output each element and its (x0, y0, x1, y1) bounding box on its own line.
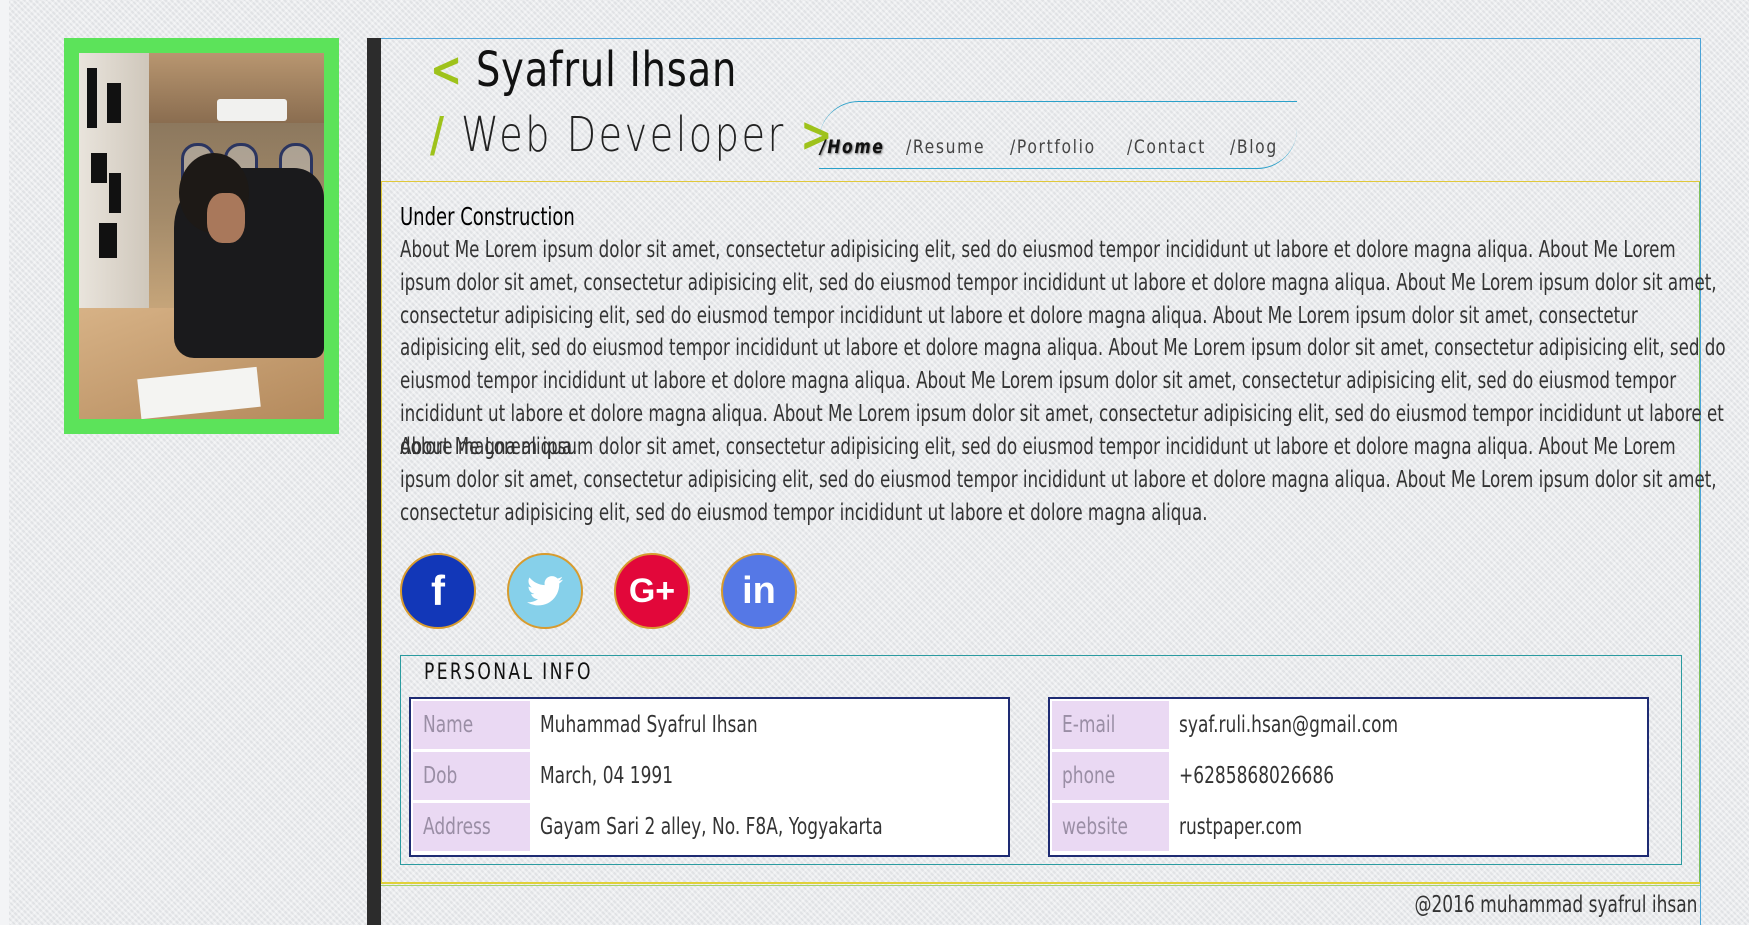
nav-portfolio[interactable]: /Portfolio (1010, 136, 1096, 158)
info-label: Dob (423, 763, 458, 789)
twitter-icon (527, 576, 563, 606)
nav-blog[interactable]: /Blog (1230, 136, 1278, 158)
nav-contact[interactable]: /Contact (1127, 136, 1206, 158)
site-subtitle: / Web Developer > (430, 107, 835, 163)
info-label: E-mail (1062, 712, 1116, 738)
owner-name: Syafrul Ihsan (475, 42, 738, 98)
site-title: < Syafrul Ihsan (430, 42, 737, 98)
subtitle-prefix: / (430, 107, 447, 163)
footer-divider-secondary (381, 885, 1700, 886)
twitter-button[interactable] (507, 553, 583, 629)
info-row-address: Address Gayam Sari 2 alley, No. F8A, Yog… (413, 803, 1006, 851)
google-plus-button[interactable]: G+ (614, 553, 690, 629)
info-label: Address (423, 814, 491, 840)
personal-info-table-right: E-mail syaf.ruli.hsan@gmail.com phone +6… (1048, 697, 1649, 857)
nav-resume[interactable]: /Resume (906, 136, 985, 158)
about-paragraph-2: About Me Lorem ipsum dolor sit amet, con… (400, 434, 1717, 526)
info-value: +6285868026686 (1179, 763, 1335, 789)
info-value: March, 04 1991 (540, 763, 674, 789)
info-label: website (1062, 814, 1128, 840)
google-plus-icon: G+ (628, 571, 676, 610)
about-paragraph-1: About Me Lorem ipsum dolor sit amet, con… (400, 237, 1726, 460)
info-row-email: E-mail syaf.ruli.hsan@gmail.com (1052, 701, 1645, 749)
info-value: syaf.ruli.hsan@gmail.com (1179, 712, 1399, 738)
info-value: Muhammad Syafrul Ihsan (540, 712, 758, 738)
info-value: rustpaper.com (1179, 814, 1303, 840)
owner-role: Web Developer (461, 107, 786, 163)
info-label: phone (1062, 763, 1116, 789)
linkedin-icon: in (742, 569, 776, 612)
info-row-dob: Dob March, 04 1991 (413, 752, 1006, 800)
footer-divider (381, 882, 1700, 884)
personal-info-title: PERSONAL INFO (424, 660, 593, 685)
facebook-icon: f (431, 567, 445, 614)
profile-photo (79, 53, 324, 419)
info-row-website: website rustpaper.com (1052, 803, 1645, 851)
footer-copyright: @2016 muhammad syafrul ihsan (1413, 892, 1697, 918)
nav-home[interactable]: /Home (820, 136, 884, 158)
info-row-phone: phone +6285868026686 (1052, 752, 1645, 800)
facebook-button[interactable]: f (400, 553, 476, 629)
info-value: Gayam Sari 2 alley, No. F8A, Yogyakarta (540, 814, 883, 840)
main-nav: /Home /Resume /Portfolio /Contact /Blog (819, 101, 1297, 169)
linkedin-button[interactable]: in (721, 553, 797, 629)
profile-photo-frame (64, 38, 339, 434)
main-panel-left-bar (367, 38, 381, 925)
info-label: Name (423, 712, 474, 738)
info-row-name: Name Muhammad Syafrul Ihsan (413, 701, 1006, 749)
left-edge-strip (0, 0, 9, 925)
page-heading: Under Construction (400, 202, 575, 231)
title-prefix: < (430, 42, 463, 98)
personal-info-table-left: Name Muhammad Syafrul Ihsan Dob March, 0… (409, 697, 1010, 857)
